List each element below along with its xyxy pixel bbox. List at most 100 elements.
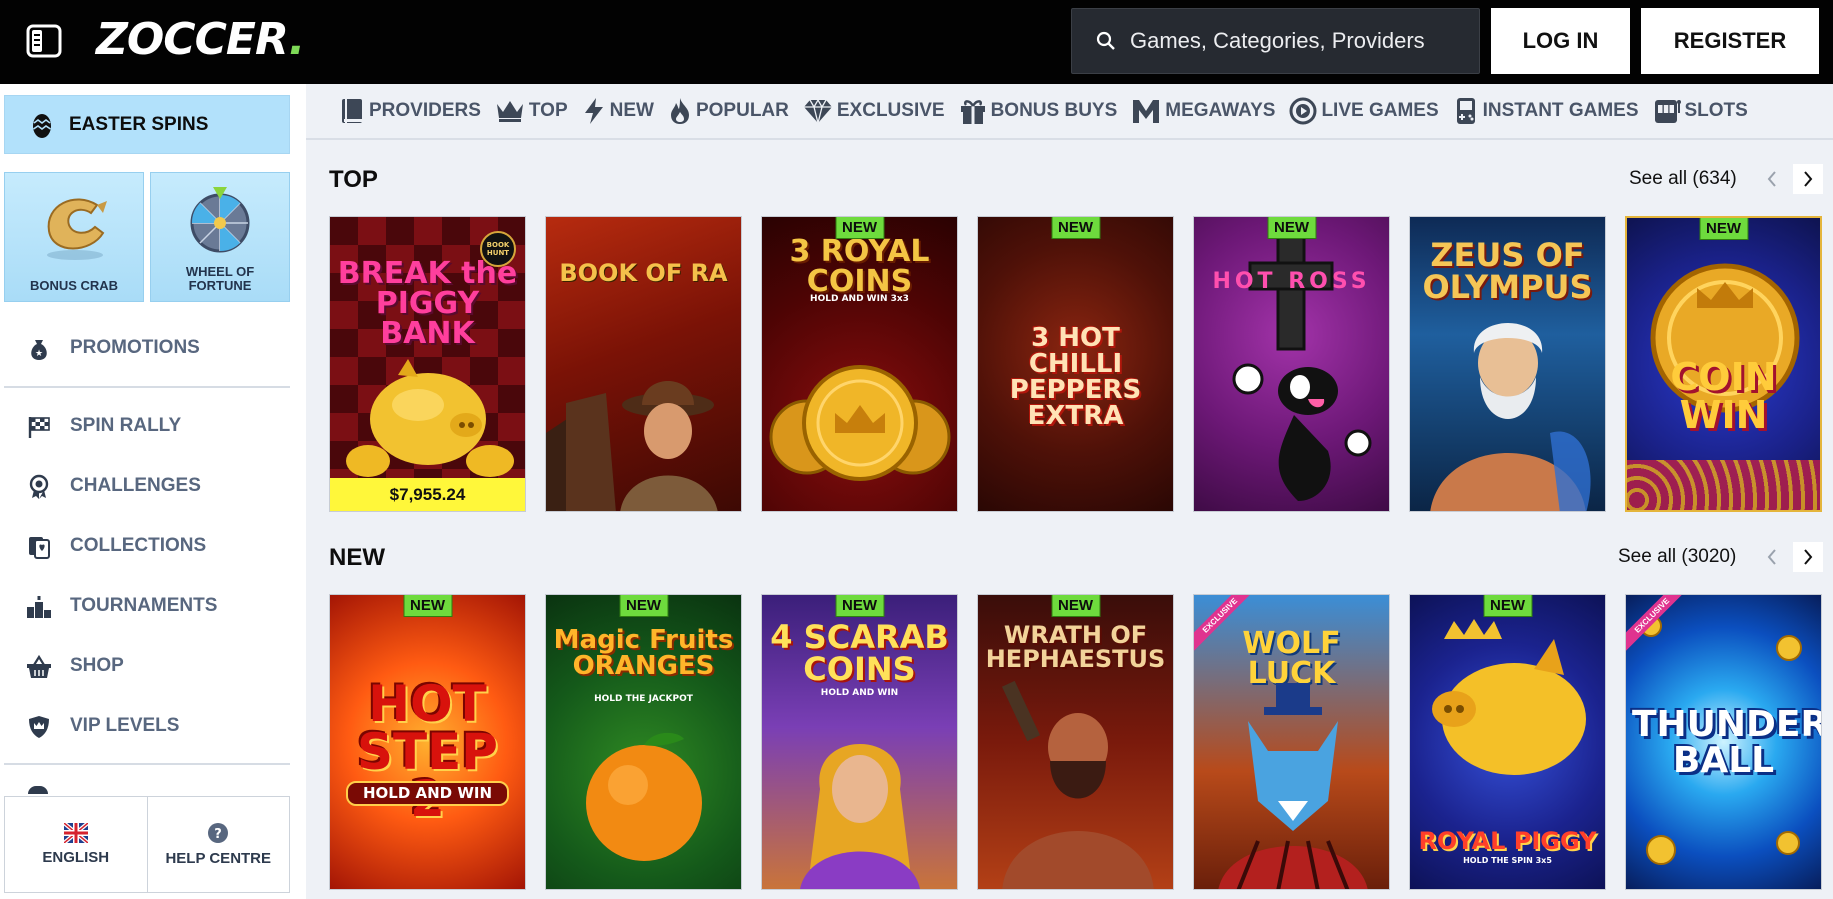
register-button[interactable]: REGISTER	[1641, 8, 1819, 74]
new-next-button[interactable]	[1793, 542, 1823, 572]
game-title: HOT ROSS	[1212, 269, 1371, 294]
game-card[interactable]: NEW COIN WIN	[1625, 216, 1822, 512]
svg-text:?: ?	[214, 827, 222, 842]
category-slots[interactable]: SLOTS	[1653, 97, 1748, 125]
question-icon: ?	[208, 823, 229, 843]
category-exclusive[interactable]: EXCLUSIVE	[803, 98, 945, 124]
royal-pig-illustration	[1432, 619, 1586, 775]
game-subtitle: HOLD AND WIN 3x3	[810, 294, 909, 304]
coin-decoration	[1776, 635, 1802, 661]
game-card[interactable]: NEW 3 ROYAL COINS HOLD AND WIN 3x3	[761, 216, 958, 512]
category-bonus-buys[interactable]: BONUS BUYS	[959, 97, 1117, 125]
new-badge: NEW	[1483, 595, 1532, 617]
help-centre-link[interactable]: ? HELP CENTRE	[146, 797, 290, 892]
sidebar-item-challenges[interactable]: CHALLENGES	[0, 464, 290, 508]
category-instant-games[interactable]: INSTANT GAMES	[1453, 97, 1639, 125]
shield-crown-icon	[29, 716, 49, 738]
game-title: COIN WIN	[1670, 355, 1777, 437]
lightning-icon	[584, 98, 603, 124]
game-card[interactable]: BOOK OF RA	[545, 216, 742, 512]
search-icon	[1096, 31, 1115, 50]
fortune-wheel-icon	[190, 187, 250, 253]
slot-machine-icon	[1654, 100, 1681, 123]
chevron-left-icon	[1767, 549, 1776, 565]
game-title: ZEUS OF OLYMPUS	[1422, 236, 1593, 306]
game-card[interactable]: BOOK HUNT BREAK the PIGGY BANK $7,955.24	[329, 216, 526, 512]
top-prev-button[interactable]	[1757, 164, 1787, 194]
new-badge: NEW	[1051, 217, 1100, 239]
basket-icon	[27, 654, 51, 678]
new-badge: NEW	[835, 217, 884, 239]
game-card[interactable]: NEW HOT STEP 2 HOLD AND WIN	[329, 594, 526, 890]
top-header: ZOCCER. LOG IN REGISTER	[0, 0, 1833, 84]
see-all-new-link[interactable]: See all (3020)	[1618, 546, 1736, 568]
book-icon	[342, 99, 362, 123]
sidebar-item-tournaments[interactable]: TOURNAMENTS	[0, 584, 290, 628]
category-popular[interactable]: POPULAR	[668, 97, 789, 125]
chevron-left-icon	[1767, 171, 1776, 187]
coin-decoration	[1646, 835, 1676, 865]
easter-spins-label: EASTER SPINS	[69, 113, 209, 135]
game-card[interactable]: EXCLUSIVE THUNDER BALL	[1625, 594, 1822, 890]
wolf-illustration	[1218, 683, 1368, 889]
game-card[interactable]: ZEUS OF OLYMPUS	[1409, 216, 1606, 512]
category-live-games[interactable]: LIVE GAMES	[1289, 97, 1439, 125]
coin-decoration	[1776, 831, 1800, 855]
game-card[interactable]: NEW ROYAL PIGGY HOLD THE SPIN 3x5	[1409, 594, 1606, 890]
diamond-icon	[803, 98, 832, 124]
game-card[interactable]: NEW 4 SCARAB COINS HOLD AND WIN	[761, 594, 958, 890]
checkered-flag-icon	[28, 417, 50, 438]
sidebar-footer: ENGLISH ? HELP CENTRE	[4, 796, 290, 893]
section-title-top: TOP	[329, 166, 378, 193]
new-badge: NEW	[1051, 595, 1100, 617]
megaways-icon	[1133, 100, 1160, 123]
money-bag-icon: ★	[31, 340, 47, 360]
flame-icon	[670, 98, 689, 124]
game-title: BOOK OF RA	[559, 259, 728, 287]
category-providers[interactable]: PROVIDERS	[339, 97, 481, 125]
wheel-of-fortune-tile[interactable]: WHEEL OF FORTUNE	[150, 172, 290, 302]
language-selector[interactable]: ENGLISH	[5, 797, 147, 892]
new-prev-button[interactable]	[1757, 542, 1787, 572]
sidebar-item-vip-levels[interactable]: VIP LEVELS	[0, 704, 290, 748]
chevron-right-icon	[1804, 549, 1813, 565]
game-card[interactable]: NEW WRATH OF HEPHAESTUS	[977, 594, 1174, 890]
orange-illustration	[586, 732, 702, 861]
sidebar-item-shop[interactable]: SHOP	[0, 644, 290, 688]
category-megaways[interactable]: MEGAWAYS	[1131, 97, 1275, 125]
game-card[interactable]: NEW HOT ROSS	[1193, 216, 1390, 512]
gamepad-icon	[1456, 98, 1475, 124]
gold-coins-illustration	[769, 365, 951, 481]
sidebar-item-spin-rally[interactable]: SPIN RALLY	[0, 404, 290, 448]
game-title: ROYAL PIGGY	[1418, 827, 1597, 855]
login-button[interactable]: LOG IN	[1491, 8, 1630, 74]
explorer-illustration	[546, 381, 718, 511]
zoccer-logo[interactable]: ZOCCER.	[96, 14, 305, 65]
sidebar-toggle-icon[interactable]	[26, 24, 62, 58]
partial-icon	[28, 786, 48, 794]
see-all-top-link[interactable]: See all (634)	[1629, 168, 1737, 190]
crab-claw-icon	[47, 198, 107, 260]
game-card[interactable]: NEW Magic Fruits ORANGES HOLD THE JACKPO…	[545, 594, 742, 890]
podium-icon	[27, 596, 51, 618]
sidebar-divider	[4, 386, 290, 388]
game-title: BREAK the PIGGY BANK	[337, 256, 518, 351]
easter-spins-banner[interactable]: EASTER SPINS	[4, 95, 290, 154]
uk-flag-icon	[63, 823, 88, 843]
sidebar: EASTER SPINS BONUS CRAB WHEEL OF FORTUNE …	[0, 84, 306, 899]
search-box[interactable]	[1071, 8, 1480, 74]
category-top[interactable]: TOP	[495, 98, 568, 124]
bonus-crab-tile[interactable]: BONUS CRAB	[4, 172, 144, 302]
game-title: 4 SCARAB COINS	[770, 618, 949, 688]
gift-icon	[960, 100, 985, 124]
game-subtitle: HOLD AND WIN	[820, 688, 899, 698]
game-card[interactable]: EXCLUSIVE WOLF LUCK	[1193, 594, 1390, 890]
search-input[interactable]	[1130, 28, 1450, 54]
hephaestus-illustration	[1001, 681, 1154, 889]
category-new[interactable]: NEW	[582, 97, 654, 125]
top-next-button[interactable]	[1793, 164, 1823, 194]
game-card[interactable]: NEW 3 HOT CHILLI PEPPERS EXTRA	[977, 216, 1174, 512]
jackpot-amount: $7,955.24	[330, 478, 525, 511]
sidebar-item-promotions[interactable]: ★ PROMOTIONS	[0, 326, 290, 370]
sidebar-item-collections[interactable]: COLLECTIONS	[0, 524, 290, 568]
